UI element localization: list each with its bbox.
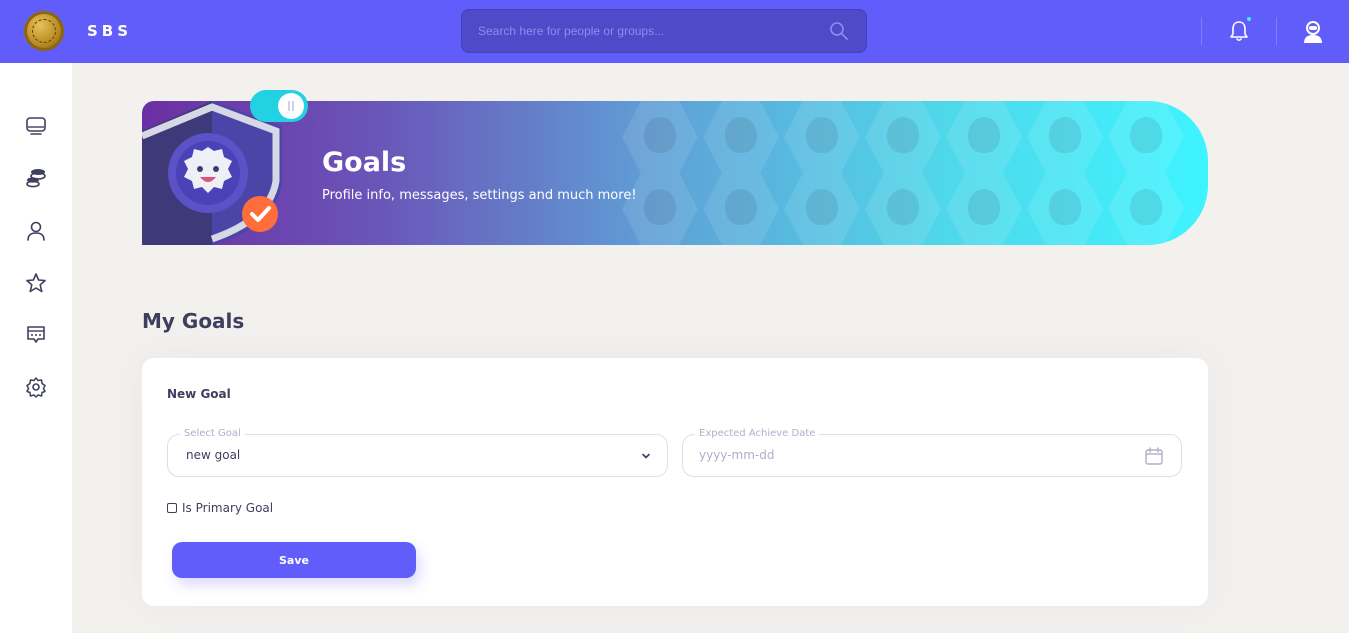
toggle-knob: [278, 93, 304, 119]
save-button[interactable]: Save: [172, 542, 416, 578]
avatar-hexagon: [865, 101, 941, 173]
logo-coin[interactable]: [24, 11, 64, 51]
banner-subtitle: Profile info, messages, settings and muc…: [322, 188, 637, 203]
avatar-hexagon: [946, 101, 1022, 173]
coins-icon[interactable]: [25, 167, 47, 189]
card-title: New Goal: [167, 387, 231, 401]
avatar-hexagon: [1108, 101, 1184, 173]
gear-icon[interactable]: [25, 376, 47, 398]
calendar-icon[interactable]: [1144, 446, 1164, 466]
expected-date-placeholder: yyyy-mm-dd: [699, 448, 775, 462]
chevron-down-icon: [642, 453, 650, 459]
user-avatar-icon[interactable]: [1302, 20, 1324, 44]
avatar-hexagon: [946, 173, 1022, 245]
shield-badge-icon: [142, 101, 282, 245]
expected-date-field[interactable]: Expected Achieve Date yyyy-mm-dd: [682, 427, 1182, 477]
star-icon[interactable]: [25, 272, 47, 294]
divider: [1201, 17, 1202, 45]
sidebar: [0, 63, 72, 633]
notification-dot: [1247, 17, 1251, 21]
banner-toggle[interactable]: [250, 90, 308, 122]
top-bar: SBS: [0, 0, 1349, 63]
goals-banner: [142, 101, 1208, 245]
search-input[interactable]: [461, 9, 821, 53]
avatar-hexagon: [784, 101, 860, 173]
avatar-hexagon: [622, 173, 698, 245]
section-title: My Goals: [142, 309, 245, 333]
select-goal-dropdown[interactable]: Select Goal new goal: [167, 427, 668, 477]
search-icon[interactable]: [829, 21, 849, 41]
banner-title: Goals: [322, 147, 407, 178]
divider: [1276, 17, 1277, 45]
avatar-hexagon: [1108, 173, 1184, 245]
search-bar[interactable]: [461, 9, 867, 53]
select-goal-label: Select Goal: [180, 427, 245, 441]
select-goal-value: new goal: [186, 448, 241, 462]
avatar-hexagon: [703, 173, 779, 245]
avatar-hexagon: [865, 173, 941, 245]
primary-goal-checkbox[interactable]: [167, 503, 177, 513]
brand-name[interactable]: SBS: [87, 22, 132, 40]
avatar-hexagon: [703, 101, 779, 173]
avatar-hexagon: [784, 173, 860, 245]
chat-icon[interactable]: [25, 324, 47, 346]
avatar-hexagon: [1027, 101, 1103, 173]
expected-date-label: Expected Achieve Date: [695, 427, 820, 441]
avatar-hexagon: [622, 101, 698, 173]
user-icon[interactable]: [25, 220, 47, 242]
bell-icon[interactable]: [1228, 20, 1250, 42]
avatar-hexagon: [1027, 173, 1103, 245]
primary-goal-label[interactable]: Is Primary Goal: [182, 501, 273, 515]
monitor-icon[interactable]: [25, 115, 47, 137]
